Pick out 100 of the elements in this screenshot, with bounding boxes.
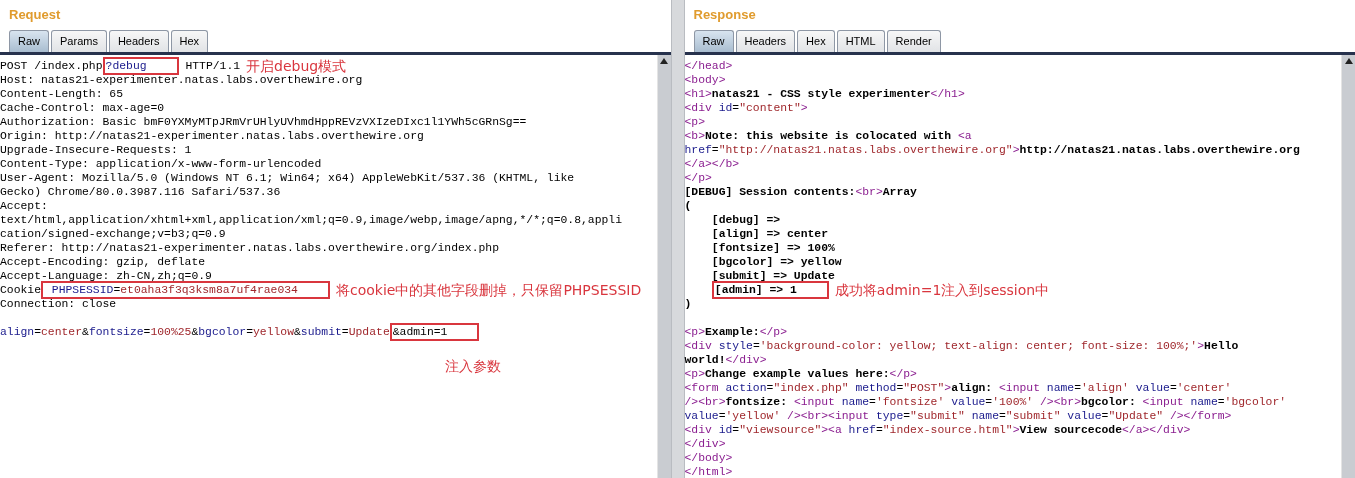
code-token: 'background-color: yellow; text-align: center; font-size: 100%;' [759, 340, 1198, 352]
code-token: Change example values here: [705, 368, 890, 380]
tab[interactable]: Render [886, 30, 941, 52]
code-token: = [113, 284, 121, 296]
code-token: Update [348, 326, 390, 338]
code-token: Authorization: Basic bmF0YXMyMTpJRmVrUHlyUVhmdHppREVzVXIzeDIxc1l1YWh5cGRnSg== [0, 116, 527, 128]
code-token: = [1074, 382, 1082, 394]
code-token: [align] => center [711, 228, 829, 240]
code-token: = [896, 382, 904, 394]
code-token: User-Agent: Mozilla/5.0 (Windows NT 6.1; Win64; x64) AppleWebKit/537.36 (KHTML, like [0, 172, 575, 184]
code-token: natas21 - CSS style experimenter [711, 88, 931, 100]
code-token: Upgrade-Insecure-Requests: 1 [0, 144, 192, 156]
tab[interactable]: Params [51, 30, 107, 52]
code-token: PHPSESSID [50, 284, 114, 296]
code-token: </p> [759, 326, 788, 338]
code-token: </html> [684, 466, 733, 478]
code-token: [submit] => Update [711, 270, 835, 282]
code-token: Accept: [0, 200, 48, 212]
code-token: </body> [684, 452, 733, 464]
code-token: "http://natas21.natas.labs.overthewire.org" [718, 144, 1013, 156]
code-token: <h1> [684, 88, 712, 100]
scroll-up-icon[interactable] [1344, 58, 1353, 64]
code-token: = [341, 326, 349, 338]
code-token: "viewsource" [739, 424, 822, 436]
tab[interactable]: Raw [9, 30, 49, 52]
code-token: </div> [725, 354, 767, 366]
code-token: = [143, 326, 151, 338]
code-token: ( [684, 200, 692, 212]
code-token: align [0, 326, 35, 338]
code-token: </head> [684, 60, 733, 72]
code-token: "submit" [910, 410, 966, 422]
code-token: = [766, 382, 774, 394]
scrollbar[interactable] [1341, 55, 1355, 478]
code-token: > [800, 102, 808, 114]
tab[interactable]: Hex [797, 30, 835, 52]
code-token: value [684, 410, 719, 422]
code-token: fontsize [88, 326, 144, 338]
code-token: "submit" [1005, 410, 1062, 422]
code-token: = [711, 144, 719, 156]
code-token: align: [951, 382, 994, 394]
code-token: = [999, 410, 1006, 422]
code-token: Gecko) Chrome/80.0.3987.116 Safari/537.36 [0, 186, 281, 198]
code-token: name [1190, 396, 1218, 408]
code-token: Content-Length: 65 [0, 88, 124, 100]
code-token: Content-Type: application/x-www-form-urlencoded [0, 158, 322, 170]
code-token: </p> [889, 368, 917, 380]
tab[interactable]: Headers [108, 30, 169, 52]
scroll-up-icon[interactable] [660, 58, 668, 64]
code-token: 'align' [1081, 382, 1130, 394]
code-token: id [718, 424, 733, 436]
code-token: "Update" [1108, 410, 1164, 422]
code-token: </p> [684, 172, 712, 184]
code-token: action [725, 382, 767, 394]
code-token: text/html,application/xhtml+xml,application/xml;q=0.9,image/webp,image/apng,*/*;q=0.8,appli [0, 214, 623, 226]
code-token: = [875, 424, 883, 436]
tab[interactable]: Hex [170, 30, 209, 52]
highlighted-code: &admin=1 [389, 323, 480, 341]
code-token: HTTP/1.1 [184, 60, 241, 72]
code-token: </h1> [930, 88, 965, 100]
code-token: ) [684, 298, 692, 310]
code-token: /></form> [1168, 410, 1232, 422]
annotation-note: 开启debug模式 [246, 59, 347, 73]
code-token: Cache-Control: max-age=0 [0, 102, 165, 114]
code-token: 'yellow' [725, 410, 781, 422]
code-token: <div [684, 340, 713, 352]
tab[interactable]: HTML [836, 30, 885, 52]
code-token: Example: [705, 326, 760, 338]
code-token: [debug] => [711, 214, 781, 226]
code-token: /><br> [684, 396, 726, 408]
code-token: <div [684, 102, 713, 114]
code-token: fontsize: [725, 396, 789, 408]
tab[interactable]: Raw [693, 30, 734, 52]
code-token: "POST" [903, 382, 945, 394]
code-token: > [1012, 144, 1020, 156]
code-token: href [684, 144, 712, 156]
code-token: & [82, 326, 89, 338]
code-token: <br> [855, 186, 883, 198]
code-token: <body> [684, 74, 726, 86]
code-token: cation/signed-exchange;v=b3;q=0.9 [0, 228, 226, 240]
code-token: <p> [684, 116, 705, 128]
code-token: name [841, 396, 870, 408]
code-token: http://natas21.natas.labs.overthewire.org [1019, 144, 1300, 156]
code-token: = [1217, 396, 1225, 408]
code-token: Origin: http://natas21-experimenter.natas.labs.overthewire.org [0, 130, 424, 142]
code-token: = [34, 326, 42, 338]
code-token: "index.php" [773, 382, 850, 394]
code-token: <div [684, 424, 713, 436]
code-token: /><br><input [786, 410, 871, 422]
code-token: Accept-Language: zh-CN,zh;q=0.9 [0, 270, 212, 282]
code-token: Note: this website is colocated with [705, 130, 953, 142]
tab[interactable]: Headers [735, 30, 796, 52]
code-token: = [869, 396, 876, 408]
highlighted-code: [admin] => 1 [711, 281, 829, 299]
code-token: <a [957, 130, 972, 142]
code-token: id [718, 102, 733, 114]
panel-title: Request [9, 7, 61, 22]
code-token: <input [1142, 396, 1185, 408]
scrollbar[interactable] [656, 55, 671, 478]
code-token: submit [300, 326, 342, 338]
code-token: '100%' [992, 396, 1034, 408]
